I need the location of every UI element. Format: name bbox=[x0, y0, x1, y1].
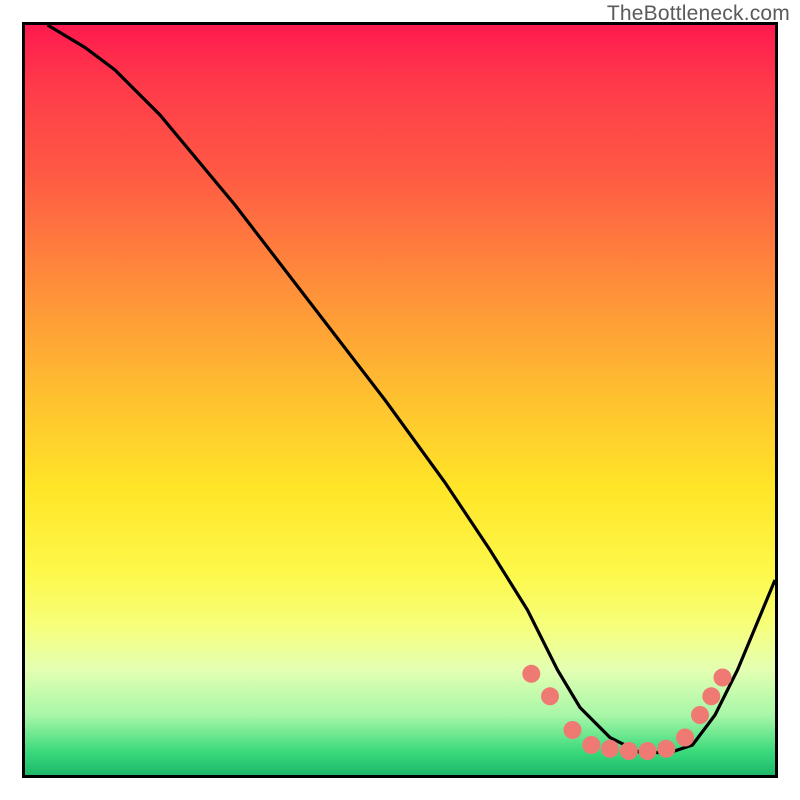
marker-dot bbox=[639, 742, 657, 760]
marker-dot bbox=[582, 736, 600, 754]
marker-dot bbox=[702, 687, 720, 705]
marker-dot bbox=[714, 669, 732, 687]
marker-dot bbox=[620, 742, 638, 760]
plot-area bbox=[22, 22, 778, 778]
bottleneck-curve-path bbox=[48, 25, 776, 753]
chart-svg bbox=[25, 25, 775, 775]
chart-container: TheBottleneck.com bbox=[0, 0, 800, 800]
marker-dot bbox=[564, 721, 582, 739]
marker-dot bbox=[657, 740, 675, 758]
marker-dot bbox=[541, 687, 559, 705]
marker-dot bbox=[676, 729, 694, 747]
marker-dot bbox=[522, 665, 540, 683]
marker-dot bbox=[601, 740, 619, 758]
marker-group bbox=[522, 665, 731, 760]
marker-dot bbox=[691, 706, 709, 724]
